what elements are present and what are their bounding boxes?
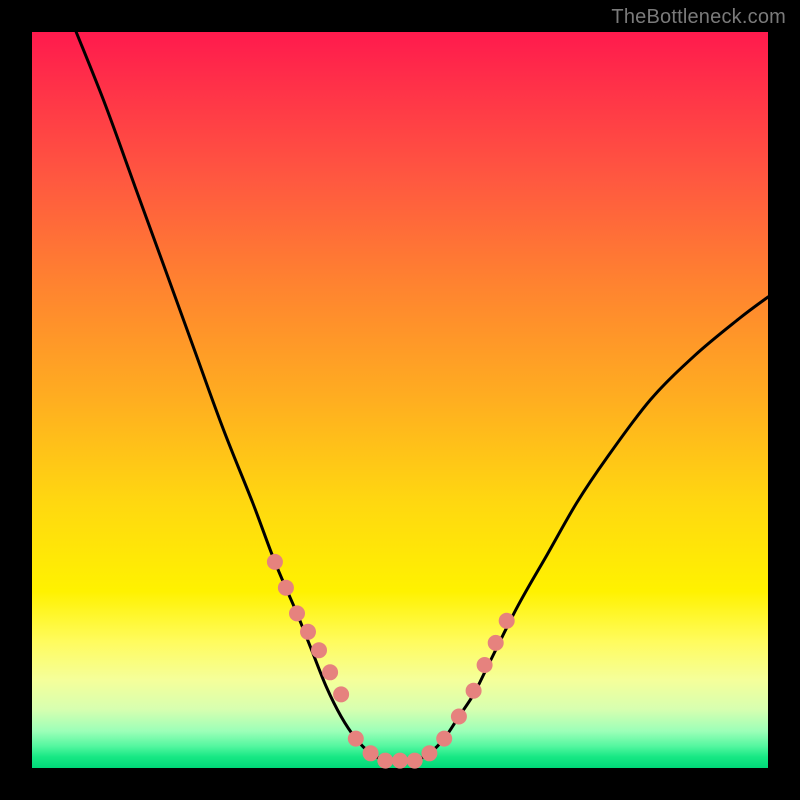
curve-marker: [421, 745, 437, 761]
curve-marker: [488, 635, 504, 651]
watermark-text: TheBottleneck.com: [611, 6, 786, 29]
curve-marker: [300, 624, 316, 640]
curve-marker: [499, 613, 515, 629]
curve-marker: [466, 683, 482, 699]
plot-area: [32, 32, 768, 768]
curve-marker: [322, 664, 338, 680]
curve-marker: [436, 731, 452, 747]
curve-marker: [311, 642, 327, 658]
curve-svg: [32, 32, 768, 768]
curve-marker: [407, 753, 423, 769]
curve-marker: [392, 753, 408, 769]
bottleneck-curve: [76, 32, 768, 761]
curve-marker: [451, 709, 467, 725]
curve-marker: [363, 745, 379, 761]
curve-marker: [333, 686, 349, 702]
curve-marker: [267, 554, 283, 570]
chart-stage: TheBottleneck.com: [0, 0, 800, 800]
curve-marker: [278, 580, 294, 596]
curve-marker: [477, 657, 493, 673]
curve-marker: [289, 605, 305, 621]
curve-marker: [377, 753, 393, 769]
curve-marker-group: [267, 554, 515, 769]
curve-marker: [348, 731, 364, 747]
